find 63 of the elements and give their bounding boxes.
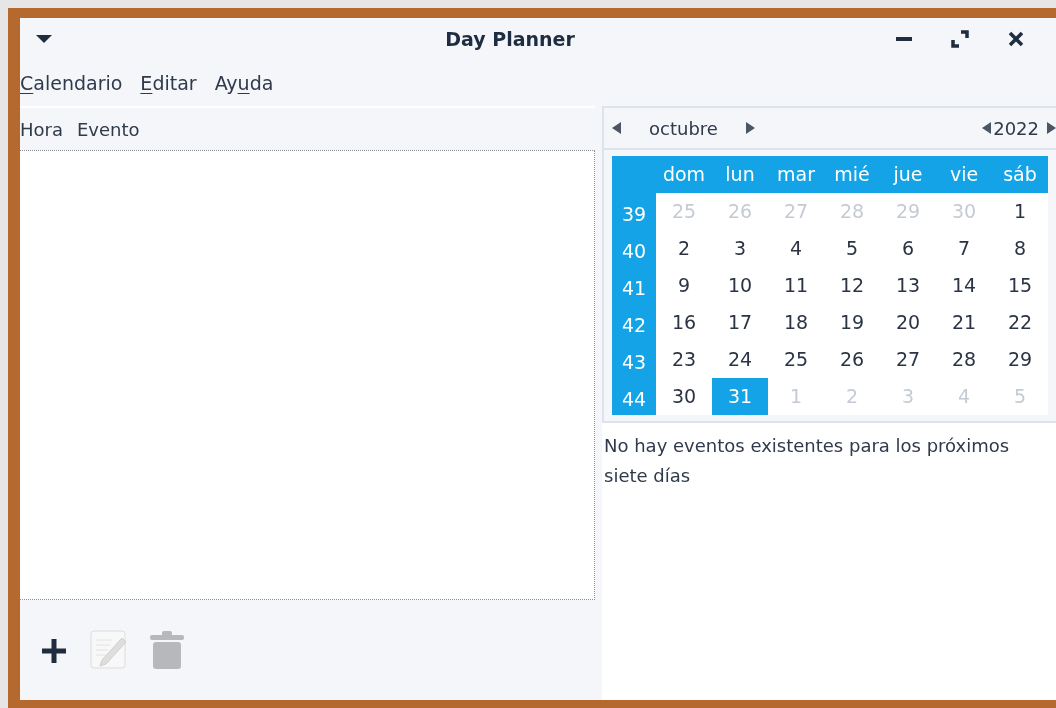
calendar-day[interactable]: 12 — [824, 267, 880, 304]
calendar-day[interactable]: 17 — [712, 304, 768, 341]
calendar-day[interactable]: 24 — [712, 341, 768, 378]
weekday-header: jue — [880, 156, 936, 193]
upcoming-events-text: No hay eventos existentes para los próximos siete días — [603, 434, 1011, 488]
calendar-day[interactable]: 21 — [936, 304, 992, 341]
month-label: octubre — [649, 116, 718, 141]
calendar-day[interactable]: 15 — [992, 267, 1048, 304]
calendar-day[interactable]: 16 — [656, 304, 712, 341]
calendar-day[interactable]: 29 — [992, 341, 1048, 378]
calendar-day[interactable]: 4 — [768, 230, 824, 267]
calendar-day[interactable]: 30 — [656, 378, 712, 415]
calendar-day[interactable]: 7 — [936, 230, 992, 267]
calendar-day[interactable]: 27 — [880, 341, 936, 378]
calendar-day[interactable]: 14 — [936, 267, 992, 304]
calendar-day[interactable]: 19 — [824, 304, 880, 341]
week-number: 39 — [612, 193, 656, 230]
calendar-day[interactable]: 25 — [768, 341, 824, 378]
calendar-day[interactable]: 2 — [656, 230, 712, 267]
weekday-header: mar — [768, 156, 824, 193]
column-header[interactable]: Evento — [77, 115, 140, 143]
plus-icon — [40, 636, 68, 665]
week-number: 42 — [612, 304, 656, 341]
year-label: 2022 — [993, 116, 1039, 141]
column-header[interactable]: Hora — [20, 115, 63, 143]
calendar-day[interactable]: 6 — [880, 230, 936, 267]
calendar-day[interactable]: 13 — [880, 267, 936, 304]
weekday-header: lun — [712, 156, 768, 193]
week-number: 41 — [612, 267, 656, 304]
calendar-day[interactable]: 28 — [936, 341, 992, 378]
calendar-day[interactable]: 22 — [992, 304, 1048, 341]
minimize-icon — [896, 37, 912, 41]
left-arrow-icon — [982, 122, 992, 134]
close-icon — [1008, 31, 1024, 47]
calendar-day[interactable]: 8 — [992, 230, 1048, 267]
weekday-header: mié — [824, 156, 880, 193]
trash-icon — [150, 631, 184, 669]
menu-item[interactable]: Calendario — [20, 68, 123, 98]
caret-down-icon — [35, 34, 53, 44]
week-number: 44 — [612, 378, 656, 415]
calendar-day[interactable]: 3 — [712, 230, 768, 267]
calendar-day[interactable]: 10 — [712, 267, 768, 304]
calendar-day[interactable]: 5 — [824, 230, 880, 267]
calendar-day[interactable]: 23 — [656, 341, 712, 378]
calendar-day[interactable]: 9 — [656, 267, 712, 304]
week-number: 43 — [612, 341, 656, 378]
left-arrow-icon — [612, 122, 621, 134]
calendar-day[interactable]: 1 — [992, 193, 1048, 230]
weekday-header: sáb — [992, 156, 1048, 193]
window-title: Day Planner — [444, 26, 576, 52]
calendar-day[interactable]: 11 — [768, 267, 824, 304]
calendar-day[interactable]: 18 — [768, 304, 824, 341]
menu-item[interactable]: Editar — [140, 68, 197, 98]
right-arrow-icon — [745, 122, 755, 134]
maximize-icon — [951, 30, 969, 48]
pencil-note-icon — [90, 630, 128, 670]
week-number: 40 — [612, 230, 656, 267]
calendar-day[interactable]: 20 — [880, 304, 936, 341]
calendar-day[interactable]: 26 — [824, 341, 880, 378]
weekday-header: dom — [656, 156, 712, 193]
weekday-header: vie — [936, 156, 992, 193]
right-arrow-icon — [1047, 122, 1056, 134]
menu-item[interactable]: Ayuda — [214, 68, 274, 98]
